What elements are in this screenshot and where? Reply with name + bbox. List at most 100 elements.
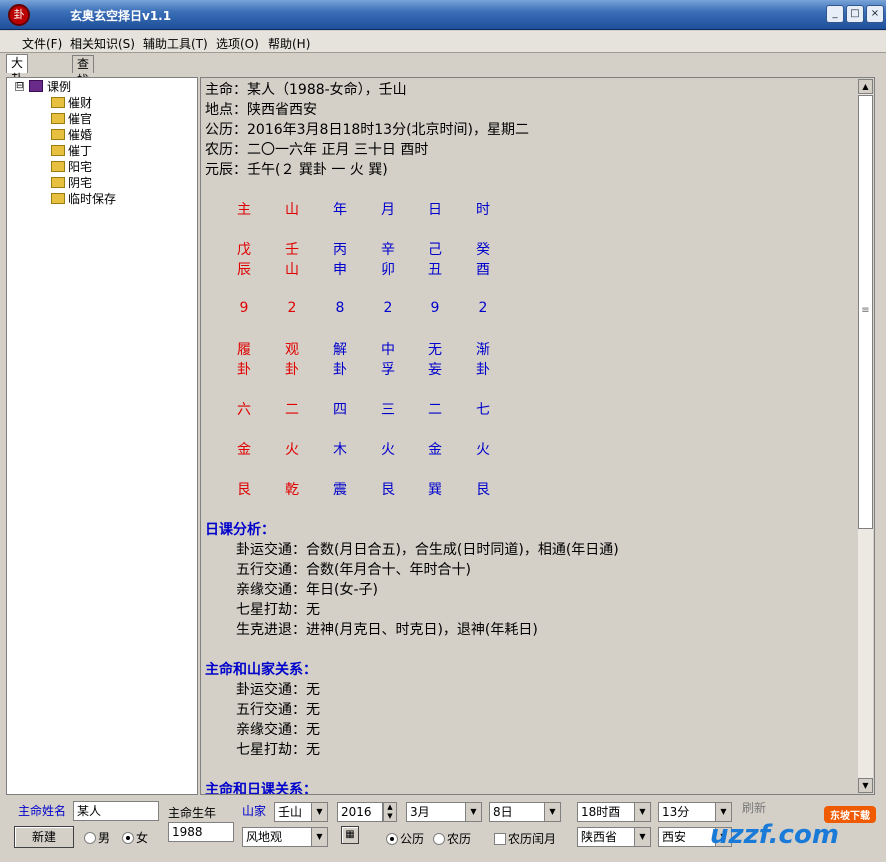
menu-help[interactable]: 帮助(H) xyxy=(268,35,310,52)
month-select[interactable]: 3月 ▼ xyxy=(406,802,482,822)
grid-cell: 2 xyxy=(383,300,393,316)
grid-cell: 己 xyxy=(428,242,442,258)
grid-cell: 时 xyxy=(476,202,490,218)
name-input[interactable]: 某人 xyxy=(73,801,159,821)
tree-item[interactable]: 催婚 xyxy=(51,127,92,143)
grid-cell: 辛 xyxy=(381,242,395,258)
info-line: 主命：某人（1988-女命），壬山 xyxy=(205,82,407,98)
grid-cell: 妄 xyxy=(428,362,442,378)
day-select[interactable]: 8日 ▼ xyxy=(489,802,561,822)
collapse-icon[interactable]: ⊟ xyxy=(15,82,24,91)
province-select[interactable]: 陕西省 ▼ xyxy=(577,827,651,847)
tree-item[interactable]: 临时保存 xyxy=(51,191,116,207)
menu-knowledge[interactable]: 相关知识(S) xyxy=(70,35,135,52)
folder-icon xyxy=(51,177,65,188)
tree-root-label: 课例 xyxy=(47,80,72,94)
grid-cell: 2 xyxy=(287,300,297,316)
folder-icon xyxy=(51,113,65,124)
calendar-icon[interactable]: ▦ xyxy=(341,826,359,844)
analysis-line: 卦运交通：无 xyxy=(236,682,320,698)
tree-item[interactable]: 催丁 xyxy=(51,143,92,159)
tab-dagua[interactable]: 大卦择日 xyxy=(6,54,29,118)
tree-item-label: 催婚 xyxy=(68,128,93,142)
grid-cell: 辰 xyxy=(237,262,251,278)
menu-file[interactable]: 文件(F) xyxy=(22,35,62,52)
radio-icon xyxy=(433,833,445,845)
analysis-line: 七星打劫：无 xyxy=(236,742,320,758)
new-button[interactable]: 新建 xyxy=(14,826,74,848)
chevron-down-icon: ▼ xyxy=(311,828,327,846)
tab-search[interactable]: 查找日课 xyxy=(72,55,95,119)
maximize-icon[interactable]: □ xyxy=(846,5,864,23)
grid-cell: 履 xyxy=(237,342,251,358)
hour-select[interactable]: 18时酉 ▼ xyxy=(577,802,651,822)
tree-item[interactable]: 阳宅 xyxy=(51,159,92,175)
menu-options[interactable]: 选项(O) xyxy=(216,35,259,52)
gender-male-radio[interactable]: 男 xyxy=(84,830,110,846)
grid-cell: 三 xyxy=(381,402,395,418)
menu-bar: 文件(F) 相关知识(S) 辅助工具(T) 选项(O) 帮助(H) xyxy=(0,31,886,53)
birth-year-input[interactable]: 1988 xyxy=(168,822,234,842)
leap-month-checkbox[interactable]: 农历闰月 xyxy=(494,831,556,847)
grid-cell: 艮 xyxy=(381,482,395,498)
grid-cell: 解 xyxy=(333,342,347,358)
year-input[interactable]: 2016 xyxy=(337,802,383,822)
tree-root[interactable]: 课例 xyxy=(29,79,71,95)
folder-icon xyxy=(51,129,65,140)
calendar-lunar-radio[interactable]: 农历 xyxy=(433,831,471,847)
scroll-thumb[interactable]: ≡ xyxy=(858,95,873,529)
close-icon[interactable]: × xyxy=(866,5,884,23)
minimize-icon[interactable]: _ xyxy=(826,5,844,23)
minute-value: 13分 xyxy=(662,805,690,819)
gender-male-label: 男 xyxy=(98,831,111,845)
grid-cell: 卦 xyxy=(333,362,347,378)
grid-cell: 卦 xyxy=(237,362,251,378)
info-line: 元辰：壬午(２ 巽卦 一 火 巽) xyxy=(205,162,388,178)
grid-cell: 火 xyxy=(476,442,490,458)
folder-icon xyxy=(51,145,65,156)
grid-cell: 木 xyxy=(333,442,347,458)
chevron-down-icon: ▼ xyxy=(311,803,327,821)
grid-cell: 2 xyxy=(478,300,488,316)
shan-label: 山家 xyxy=(242,804,267,818)
book-icon xyxy=(29,80,43,92)
tree-item-label: 催财 xyxy=(68,96,93,110)
grid-cell: 山 xyxy=(285,262,299,278)
radio-icon xyxy=(84,832,96,844)
grid-cell: 戊 xyxy=(237,242,251,258)
year-spinner[interactable]: ▲ ▼ xyxy=(383,802,397,822)
grid-cell: 四 xyxy=(333,402,347,418)
radio-checked-icon xyxy=(122,832,134,844)
shan-select[interactable]: 壬山 ▼ xyxy=(274,802,328,822)
grid-cell: 中 xyxy=(381,342,395,358)
chevron-down-icon: ▼ xyxy=(465,803,481,821)
grid-cell: 酉 xyxy=(476,262,490,278)
tree-item[interactable]: 阴宅 xyxy=(51,175,92,191)
chevron-down-icon: ▼ xyxy=(634,803,650,821)
analysis-line: 生克进退：进神(月克日、时克日)，退神(年耗日) xyxy=(236,622,538,638)
grid-cell: 8 xyxy=(335,300,345,316)
grid-cell: 9 xyxy=(430,300,440,316)
info-line: 公历：2016年3月8日18时13分(北京时间)，星期二 xyxy=(205,122,529,138)
grid-cell: 渐 xyxy=(476,342,490,358)
folder-icon xyxy=(51,193,65,204)
grid-cell: 金 xyxy=(428,442,442,458)
gender-female-radio[interactable]: 女 xyxy=(122,830,148,846)
section-title: 主命和山家关系： xyxy=(205,662,317,678)
grid-cell: 卯 xyxy=(381,262,395,278)
chevron-down-icon: ▼ xyxy=(634,828,650,846)
calendar-solar-radio[interactable]: 公历 xyxy=(386,831,424,847)
grid-cell: 震 xyxy=(333,482,347,498)
menu-tools[interactable]: 辅助工具(T) xyxy=(143,35,208,52)
grid-cell: 火 xyxy=(285,442,299,458)
tree-item[interactable]: 催官 xyxy=(51,111,92,127)
gender-female-label: 女 xyxy=(136,831,149,845)
scroll-up-icon[interactable]: ▲ xyxy=(858,79,873,94)
tree-item[interactable]: 催财 xyxy=(51,95,92,111)
vertical-scrollbar[interactable]: ▲ ≡ ▼ xyxy=(858,79,873,793)
grid-cell: 七 xyxy=(476,402,490,418)
gua-select[interactable]: 风地观 ▼ xyxy=(242,827,328,847)
case-tree: ⊟ 课例 催财 催官 催婚 催丁 阳宅 阴宅 临时保存 xyxy=(6,77,198,795)
calendar-solar-label: 公历 xyxy=(400,832,425,846)
scroll-down-icon[interactable]: ▼ xyxy=(858,778,873,793)
